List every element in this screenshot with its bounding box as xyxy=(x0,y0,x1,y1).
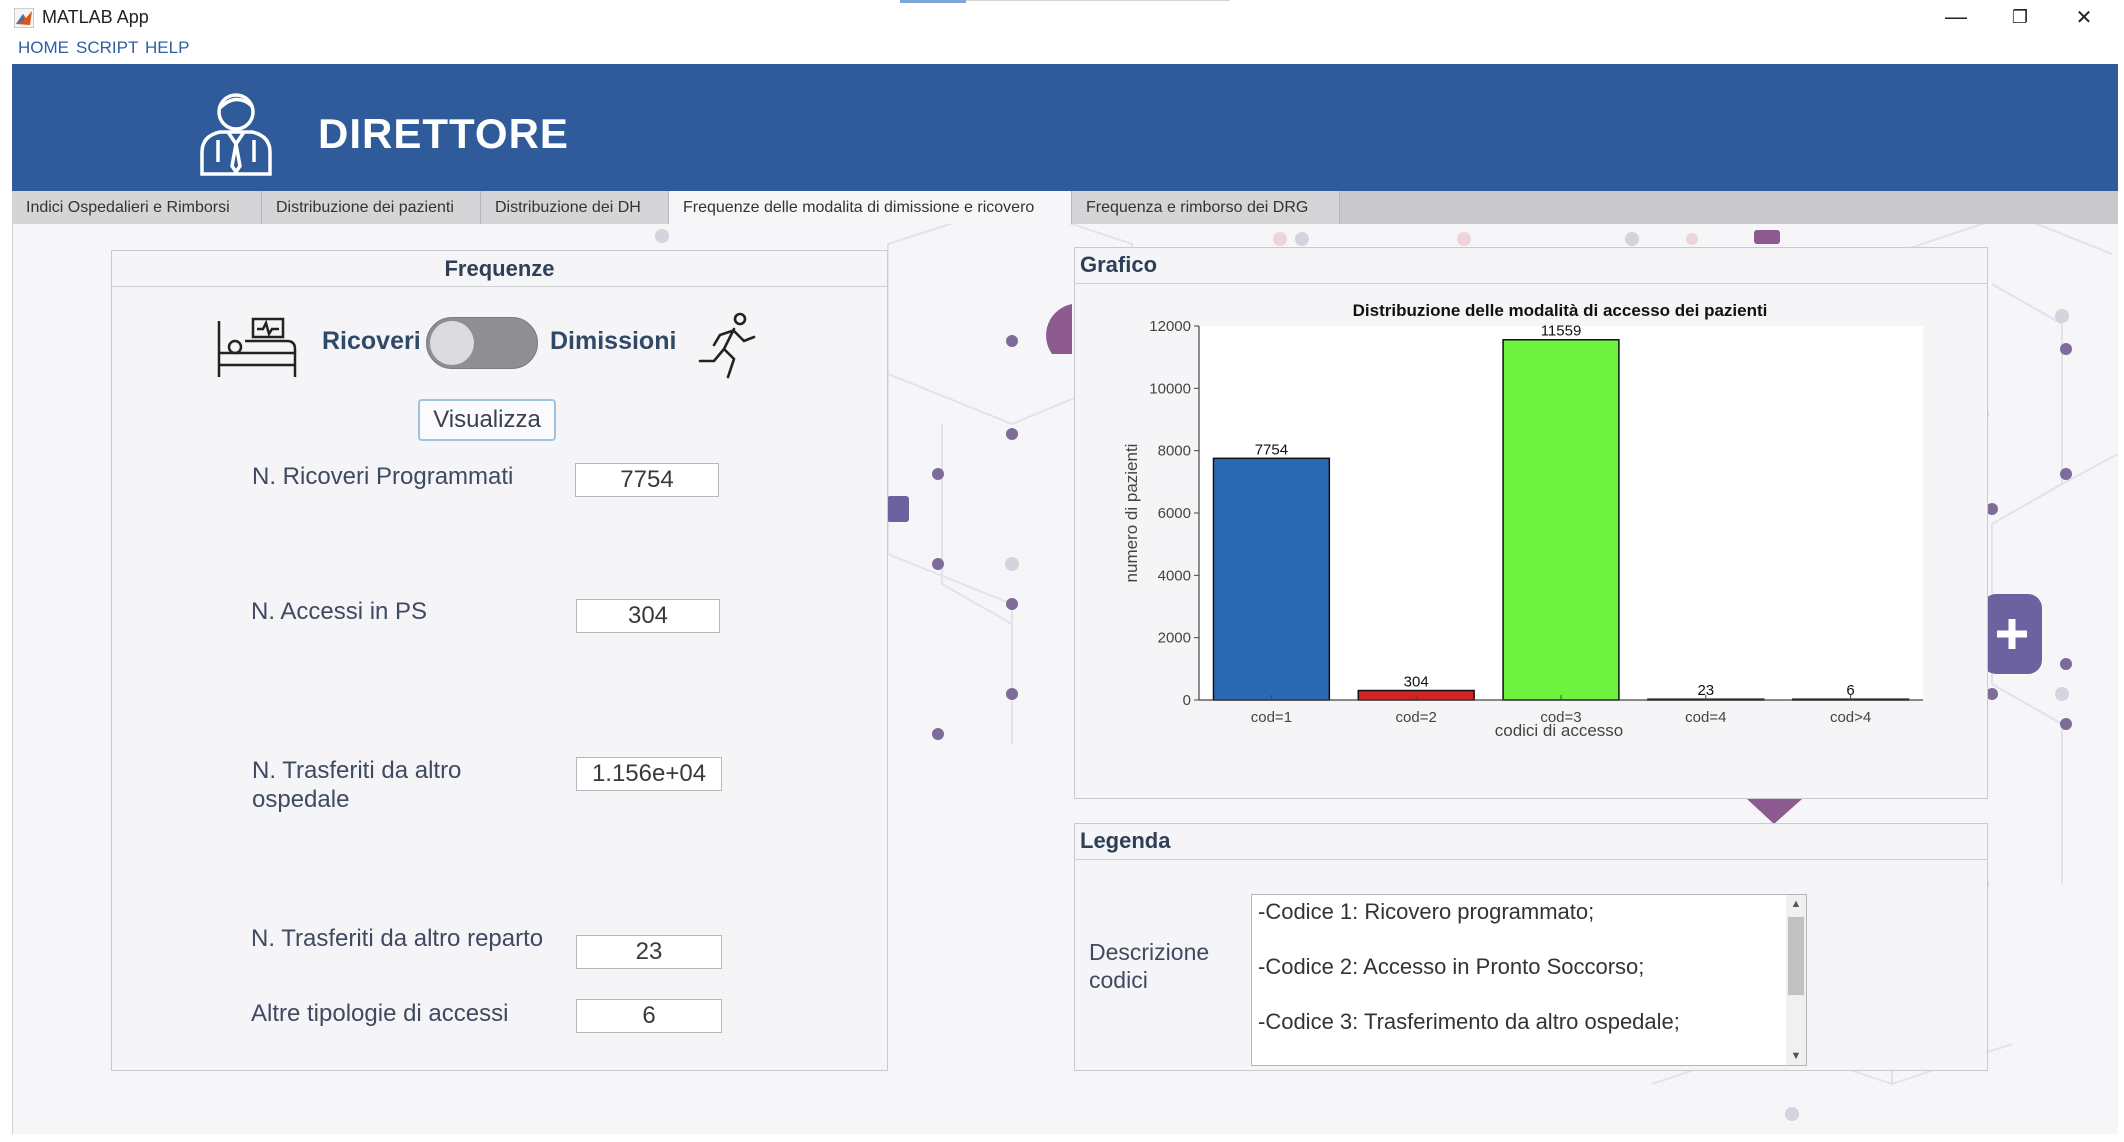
bar-data-label: 11559 xyxy=(1541,323,1582,340)
x-tick-label: cod=2 xyxy=(1396,709,1437,726)
chart-bar xyxy=(1502,338,1620,701)
switch-label-ricoveri: Ricoveri xyxy=(322,327,421,355)
value-altre-tipologie[interactable]: 6 xyxy=(576,999,722,1033)
bar-data-label: 7754 xyxy=(1255,441,1288,458)
hospital-bed-icon xyxy=(217,317,297,377)
value-ricoveri-programmati[interactable]: 7754 xyxy=(575,463,719,497)
label-altre-tipologie: Altre tipologie di accessi xyxy=(251,1000,509,1027)
legend-line-3: -Codice 3: Trasferimento da altro ospeda… xyxy=(1258,1009,1680,1034)
value-accessi-ps[interactable]: 304 xyxy=(576,599,720,633)
minimize-button[interactable]: — xyxy=(1924,0,1988,34)
tab-distribuzione-dh[interactable]: Distribuzione dei DH xyxy=(481,191,669,224)
value-trasferiti-reparto[interactable]: 23 xyxy=(576,935,722,969)
y-tick-label: 4000 xyxy=(1158,567,1191,584)
y-tick-label: 8000 xyxy=(1158,443,1191,460)
legend-line-1: -Codice 1: Ricovero programmato; xyxy=(1258,899,1595,924)
frequenze-title: Frequenze xyxy=(112,251,887,287)
grafico-panel: Grafico Distribuzione delle modalità di … xyxy=(1074,247,1988,799)
window-titlebar: MATLAB App — ❐ ✕ xyxy=(0,0,2124,34)
y-axis-label: numero di pazienti xyxy=(1122,444,1141,583)
doctor-icon xyxy=(200,93,272,176)
y-tick-label: 6000 xyxy=(1158,505,1191,522)
scroll-thumb[interactable] xyxy=(1788,917,1804,995)
close-button[interactable]: ✕ xyxy=(2052,0,2116,34)
switch-knob[interactable] xyxy=(430,321,474,365)
menu-help[interactable]: HELP xyxy=(145,38,189,58)
header-banner: DIRETTORE xyxy=(12,64,2118,191)
label-trasferiti-reparto: N. Trasferiti da altro reparto xyxy=(251,925,544,952)
x-tick-label: cod=4 xyxy=(1685,709,1726,726)
y-tick-label: 0 xyxy=(1183,692,1191,709)
x-axis-label: codici di accesso xyxy=(1495,721,1624,740)
visualizza-button[interactable]: Visualizza xyxy=(418,399,556,441)
label-trasferiti-ospedale: N. Trasferiti da altro ospedale xyxy=(252,757,462,813)
grafico-title: Grafico xyxy=(1075,248,1987,284)
taskbar-indicator xyxy=(900,0,966,3)
legend-scrollbar[interactable]: ▲ ▼ xyxy=(1786,895,1806,1065)
restore-button[interactable]: ❐ xyxy=(1988,0,2052,34)
legenda-title: Legenda xyxy=(1075,824,1987,860)
ricoveri-dimissioni-switch[interactable] xyxy=(426,317,538,369)
y-tick-label: 10000 xyxy=(1149,380,1191,397)
label-accessi-ps: N. Accessi in PS xyxy=(251,598,428,625)
menu-script[interactable]: SCRIPT xyxy=(76,38,138,58)
legenda-panel: Legenda Descrizione codici -Codice 1: Ri… xyxy=(1074,823,1988,1071)
y-tick-label: 12000 xyxy=(1149,318,1191,335)
switch-label-dimissioni: Dimissioni xyxy=(550,327,677,355)
legend-textarea[interactable]: -Codice 1: Ricovero programmato; -Codice… xyxy=(1251,894,1807,1066)
tab-frequenza-drg[interactable]: Frequenza e rimborso dei DRG xyxy=(1072,191,1340,224)
x-tick-label: cod>4 xyxy=(1830,709,1871,726)
chart-bar xyxy=(1212,457,1331,701)
y-tick-label: 2000 xyxy=(1158,630,1191,647)
running-person-icon xyxy=(698,312,756,379)
tab-distribuzione-pazienti[interactable]: Distribuzione dei pazienti xyxy=(262,191,481,224)
header-title: DIRETTORE xyxy=(318,110,569,157)
taskbar-divider xyxy=(966,0,1230,1)
x-tick-label: cod=1 xyxy=(1251,709,1292,726)
bar-data-label: 304 xyxy=(1404,674,1429,691)
matlab-icon xyxy=(14,8,34,28)
legend-line-2: -Codice 2: Accesso in Pronto Soccorso; xyxy=(1258,954,1645,979)
scroll-up-icon[interactable]: ▲ xyxy=(1786,895,1806,913)
label-ricoveri-programmati: N. Ricoveri Programmati xyxy=(252,463,514,490)
tab-frequenze-modalita[interactable]: Frequenze delle modalita di dimissione e… xyxy=(669,191,1072,225)
bar-chart: Distribuzione delle modalità di accesso … xyxy=(1122,301,1923,740)
frequenze-panel: Frequenze Ricoveri Dimissioni Visualizza… xyxy=(111,250,888,1071)
window-title: MATLAB App xyxy=(42,7,149,27)
label-descrizione-codici: Descrizione codici xyxy=(1089,939,1210,993)
scroll-down-icon[interactable]: ▼ xyxy=(1786,1047,1806,1065)
menu-bar: HOME SCRIPT HELP xyxy=(0,34,2124,64)
menu-home[interactable]: HOME xyxy=(18,38,69,58)
tab-indici-ospedalieri[interactable]: Indici Ospedalieri e Rimborsi xyxy=(12,191,262,224)
chart-title: Distribuzione delle modalità di accesso … xyxy=(1353,301,1768,320)
value-trasferiti-ospedale[interactable]: 1.156e+04 xyxy=(576,757,722,791)
tab-bar: Indici Ospedalieri e Rimborsi Distribuzi… xyxy=(12,191,2118,225)
